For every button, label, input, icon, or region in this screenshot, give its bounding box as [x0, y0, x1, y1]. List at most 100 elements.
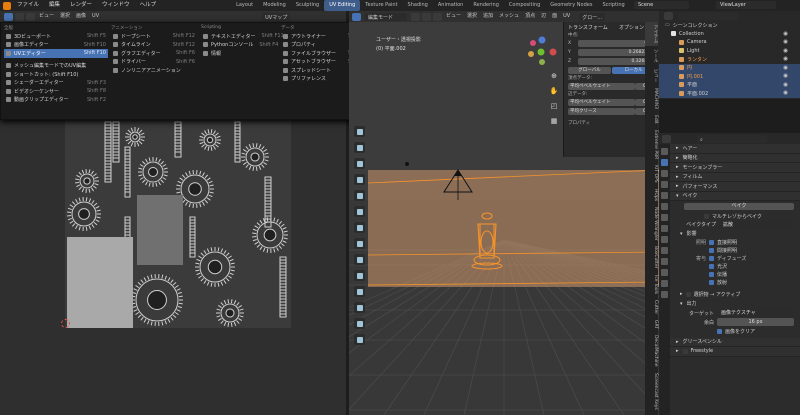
output-props-icon[interactable] [661, 170, 668, 177]
zoom-icon[interactable]: ⊕ [548, 72, 560, 83]
texture-props-icon[interactable] [661, 291, 668, 298]
add-cube-icon[interactable] [354, 254, 365, 265]
outliner-search[interactable] [678, 12, 738, 20]
workspace-tab[interactable]: Scripting [597, 0, 629, 11]
main-menu-item[interactable]: ヘルプ [135, 0, 162, 11]
visibility-eye-icon[interactable]: ◉ [783, 65, 788, 71]
viewport-editor-type-button[interactable] [352, 12, 361, 21]
properties-editor-type-icon[interactable] [662, 134, 671, 143]
vp-menu-vertex[interactable]: 頂点 [522, 11, 538, 22]
workspace-tab[interactable]: Layout [231, 0, 258, 11]
outliner-root[interactable]: ▭ シーンコレクション [659, 21, 800, 30]
camera-object-icon[interactable] [440, 168, 476, 202]
scene-props-icon[interactable] [661, 192, 668, 199]
workspace-tab[interactable]: Modeling [258, 0, 291, 11]
view-layer-icon[interactable] [661, 181, 668, 188]
uv-menu-view[interactable]: ビュー [36, 11, 57, 22]
main-menu-item[interactable]: ファイル [12, 0, 44, 11]
outliner-row[interactable]: 平面 ◉ [659, 80, 800, 89]
sidebar-tab[interactable]: Ice Tools [645, 272, 658, 297]
multires-checkbox[interactable] [704, 213, 709, 219]
workspace-tab[interactable]: Animation [433, 0, 469, 11]
z-field[interactable]: 0.3268 m [578, 57, 655, 65]
visibility-eye-icon[interactable]: ◉ [783, 48, 788, 54]
vp-menu-add[interactable]: 追加 [480, 11, 496, 22]
bake-type-select[interactable]: 拡散 [719, 220, 794, 229]
editor-menu-item[interactable]: Pythonコンソール Shift F4 [201, 41, 278, 50]
extrude-icon[interactable] [354, 270, 365, 281]
camera-view-icon[interactable]: ◰ [548, 102, 560, 113]
editor-menu-item[interactable]: テキストエディター Shift F11 [201, 32, 284, 41]
output-subsection[interactable]: ▾ 出力 [670, 299, 800, 309]
uv-menu-select[interactable]: 選択 [57, 11, 73, 22]
editor-menu-item[interactable]: メッシュ編集モードでのUV編集 [4, 62, 108, 71]
bake-section-header[interactable]: ▾ ベイク [670, 191, 800, 201]
workspace-tab[interactable]: Sculpting [291, 0, 324, 11]
visibility-eye-icon[interactable]: ◉ [783, 31, 788, 37]
global-button[interactable]: グローバル [568, 66, 611, 74]
workspace-tab[interactable]: Compositing [504, 0, 545, 11]
outliner-row[interactable]: Camera ◉ [659, 38, 800, 47]
uv-tool-icon[interactable] [15, 12, 24, 21]
workspace-tab[interactable]: UV Editing [324, 0, 361, 11]
scale-icon[interactable] [354, 190, 365, 201]
visibility-eye-icon[interactable]: ◉ [783, 82, 788, 88]
uv-menu-image[interactable]: 画像 [73, 11, 89, 22]
options-button[interactable]: オプション [619, 24, 644, 31]
editor-menu-item[interactable]: ノンリニアアニメーション [111, 66, 197, 75]
lantern-object-icon[interactable] [466, 210, 508, 270]
properties-section-header[interactable]: ▸ ヘアー [670, 144, 800, 154]
edge-crease-field[interactable]: 平均クリース [568, 107, 635, 115]
pan-hand-icon[interactable]: ✋ [548, 87, 560, 98]
sidebar-tab[interactable]: Edit [645, 112, 658, 127]
properties-panel-title[interactable]: プロパティ [568, 120, 655, 127]
editor-menu-item[interactable]: ショートカット: (Shift F10) [4, 70, 108, 79]
outliner-row[interactable]: Light ◉ [659, 47, 800, 56]
margin-field[interactable]: 16 px [717, 318, 794, 326]
freestyle-section[interactable]: ▸ Freestyle [670, 347, 800, 357]
diffuse-checkbox[interactable] [709, 256, 714, 261]
sidebar-tab[interactable]: GRT [645, 317, 658, 332]
move-icon[interactable] [354, 158, 365, 169]
grease-pencil-section[interactable]: ▸ グリースペンシル [670, 337, 800, 347]
clear-image-checkbox[interactable] [717, 328, 722, 334]
sidebar-tab[interactable]: MACHIN3 [645, 85, 658, 112]
particles-props-icon[interactable] [661, 236, 668, 243]
sidebar-tab[interactable]: Node Wrangler [645, 204, 658, 244]
emission-checkbox[interactable] [709, 280, 714, 285]
editor-menu-item[interactable]: ドープシート Shift F12 [111, 32, 197, 41]
direct-checkbox[interactable] [709, 240, 714, 245]
cursor-icon[interactable] [354, 142, 365, 153]
material-props-icon[interactable] [661, 280, 668, 287]
outliner-row[interactable]: 円 ◉ [659, 63, 800, 72]
workspace-tab[interactable]: Geometry Nodes [545, 0, 597, 11]
vp-menu-edge[interactable]: 辺 [538, 11, 549, 22]
object-props-icon[interactable] [661, 214, 668, 221]
main-menu-item[interactable]: ウィンドウ [97, 0, 135, 11]
outliner-row[interactable]: 平面.002 ◉ [659, 89, 800, 98]
properties-section-header[interactable]: ▸ パフォーマンス [670, 182, 800, 192]
indirect-checkbox[interactable] [709, 248, 714, 253]
world-props-icon[interactable] [661, 203, 668, 210]
editor-menu-item[interactable]: UVエディター Shift F10 [4, 49, 108, 58]
editor-menu-item[interactable]: ビデオシーケンサー Shift F8 [4, 87, 108, 96]
navigation-gizmo[interactable] [527, 34, 557, 66]
face-select-icon[interactable] [433, 12, 442, 21]
orientation-selector[interactable]: グロー… [579, 12, 606, 21]
bake-button[interactable]: ベイク [684, 203, 794, 210]
selected-to-active-checkbox[interactable] [685, 291, 691, 297]
tool-props-icon[interactable] [661, 148, 668, 155]
visibility-eye-icon[interactable]: ◉ [783, 39, 788, 45]
data-props-icon[interactable] [661, 269, 668, 276]
editor-menu-item[interactable]: グラフエディター Shift F6 [111, 49, 197, 58]
sidebar-tab[interactable]: アイテム [645, 22, 658, 46]
physics-props-icon[interactable] [661, 247, 668, 254]
outliner-row[interactable]: ランタン ◉ [659, 55, 800, 64]
freestyle-checkbox[interactable] [682, 348, 688, 354]
transmission-checkbox[interactable] [709, 272, 714, 277]
uv-menu-uv[interactable]: UV [89, 11, 102, 22]
loop-cut-icon[interactable] [354, 318, 365, 329]
outliner-editor-type-icon[interactable] [664, 12, 673, 20]
sidebar-tab[interactable]: HOps [645, 186, 658, 204]
properties-section-header[interactable]: ▸ モーションブラー [670, 163, 800, 173]
